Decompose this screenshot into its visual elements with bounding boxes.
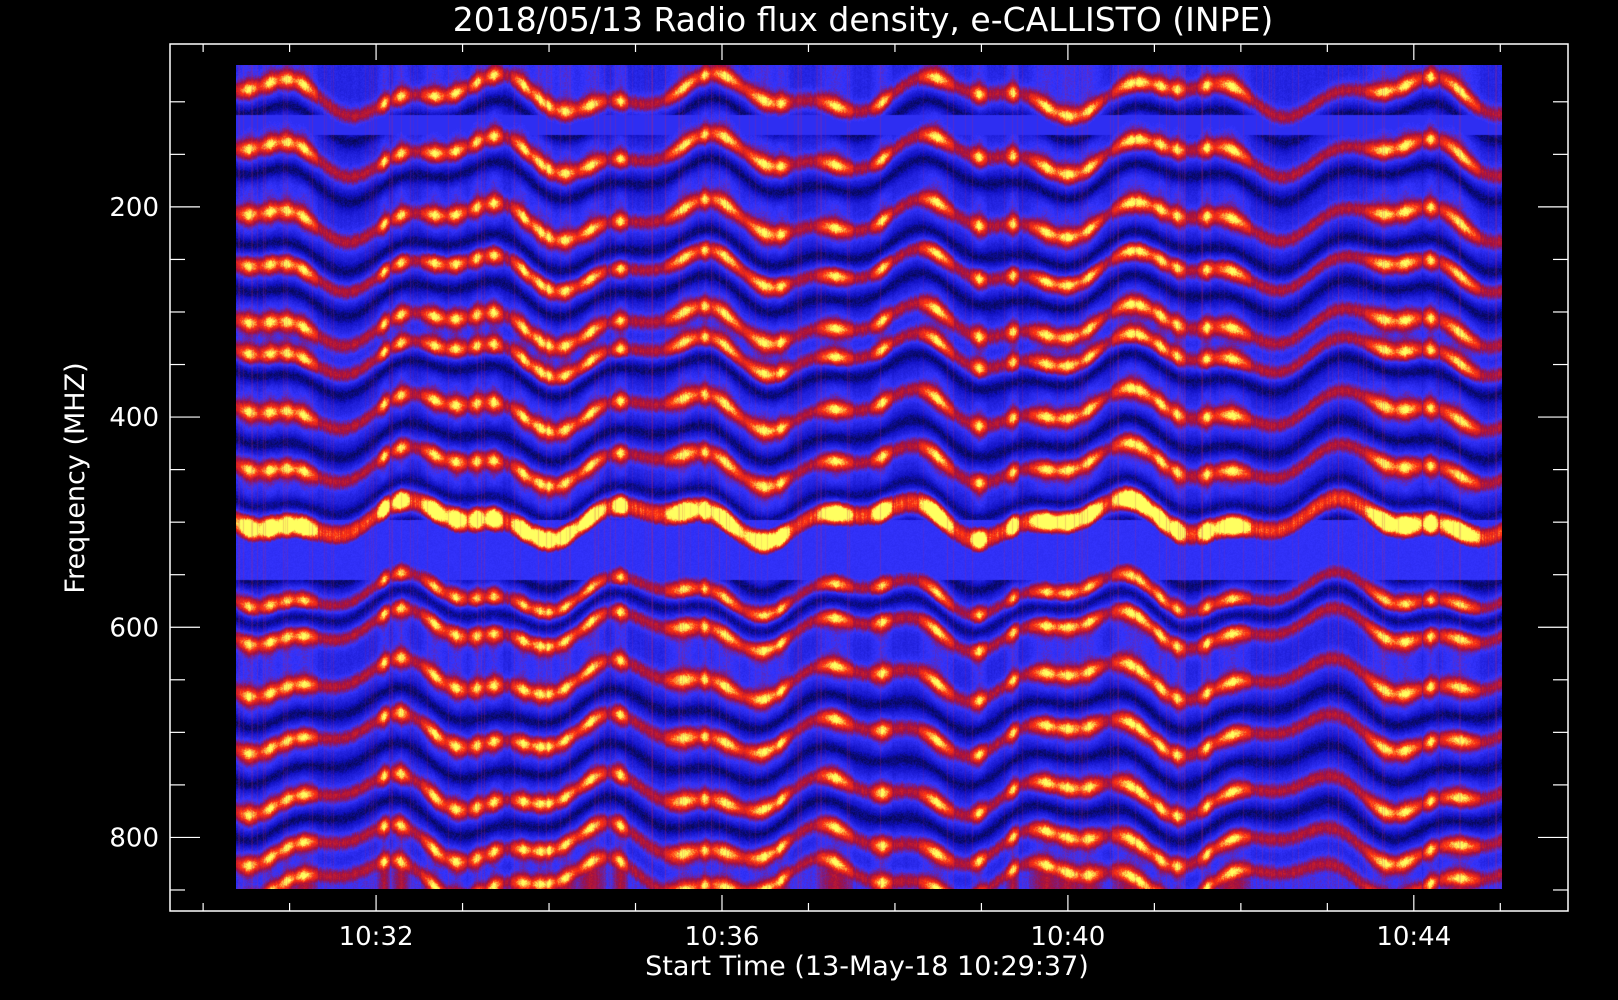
y-tick-label: 200 <box>109 193 159 223</box>
x-tick-label: 10:40 <box>1030 922 1105 952</box>
x-tick-label: 10:32 <box>339 922 414 952</box>
spectrogram-figure: 2018/05/13 Radio flux density, e-CALLIST… <box>0 0 1618 1000</box>
x-tick-label: 10:44 <box>1376 922 1451 952</box>
x-tick-label: 10:36 <box>685 922 760 952</box>
y-tick-label: 600 <box>109 613 159 643</box>
y-tick-labels: 200 400 600 800 <box>109 193 159 854</box>
plot-frame <box>169 43 1569 912</box>
x-axis-label: Start Time (13-May-18 10:29:37) <box>645 951 1089 982</box>
tick-marks <box>170 44 1568 911</box>
x-tick-labels: 10:32 10:36 10:40 10:44 <box>339 922 1452 952</box>
y-tick-label: 800 <box>109 823 159 853</box>
y-axis-label: Frequency (MHZ) <box>60 362 91 593</box>
chart-title: 2018/05/13 Radio flux density, e-CALLIST… <box>453 0 1273 39</box>
y-tick-label: 400 <box>109 403 159 433</box>
chart-axes: 2018/05/13 Radio flux density, e-CALLIST… <box>60 0 1569 982</box>
